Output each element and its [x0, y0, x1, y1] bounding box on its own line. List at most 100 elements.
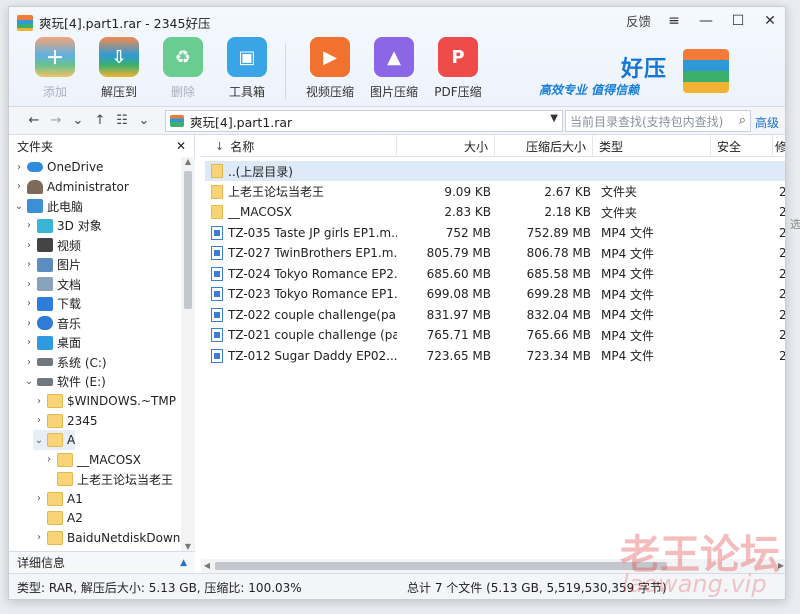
tree-item[interactable]: › Administrator: [13, 177, 129, 197]
video-icon: [37, 238, 53, 252]
expand-arrow-icon[interactable]: ›: [33, 532, 45, 543]
expand-arrow-icon[interactable]: ›: [23, 318, 35, 329]
expand-arrow-icon[interactable]: ›: [33, 493, 45, 504]
tree-item[interactable]: › 桌面: [23, 333, 81, 353]
tree-item[interactable]: › 系统 (C:): [23, 352, 107, 372]
tree-item[interactable]: › A1: [33, 489, 83, 509]
status-bar: 类型: RAR, 解压后大小: 5.13 GB, 压缩比: 100.03% 总计…: [9, 573, 785, 599]
expand-arrow-icon[interactable]: ›: [23, 298, 35, 309]
table-row[interactable]: TZ-035 Taste JP girls EP1.m... 752 MB 752.…: [205, 223, 785, 243]
expand-arrow-icon[interactable]: ›: [43, 454, 55, 465]
tree-item[interactable]: › OneDrive: [13, 157, 103, 177]
expand-icon[interactable]: ▲: [180, 558, 187, 568]
col-name-label: 名称: [230, 139, 255, 154]
tree-item[interactable]: 上老王论坛当老王: [43, 469, 173, 489]
table-row[interactable]: 上老王论坛当老王 9.09 KB 2.67 KB 文件夹 20: [205, 182, 785, 202]
file-type: MP4 文件: [601, 308, 655, 322]
extract-button[interactable]: ⇩ 解压到: [87, 37, 151, 100]
table-row[interactable]: TZ-022 couple challenge(pa... 831.97 MB 83…: [205, 305, 786, 325]
view-mode-icon[interactable]: ☷: [111, 113, 133, 128]
close-panel-icon[interactable]: ✕: [176, 139, 186, 153]
expand-arrow-icon[interactable]: ›: [33, 415, 45, 426]
expand-arrow-icon[interactable]: ›: [23, 259, 35, 270]
scroll-thumb[interactable]: [184, 171, 192, 309]
expand-arrow-icon[interactable]: ›: [23, 337, 35, 348]
file-name-cell: 上老王论坛当老王: [211, 182, 397, 202]
tree-item[interactable]: › 音乐: [23, 313, 81, 333]
tree-item[interactable]: › BaiduNetdiskDownl: [33, 528, 181, 548]
expand-arrow-icon[interactable]: ›: [23, 220, 35, 231]
brand-box-icon: [683, 49, 729, 93]
tree-item[interactable]: ⌄ 此电脑: [13, 196, 83, 216]
table-row[interactable]: __MACOSX 2.83 KB 2.18 KB 文件夹 20: [205, 202, 785, 222]
tree-item[interactable]: › 2345: [33, 411, 98, 431]
tree-scrollbar[interactable]: ▲ ▼: [181, 157, 195, 551]
tree-item[interactable]: › 视频: [23, 235, 81, 255]
scroll-up-icon[interactable]: ▲: [181, 157, 195, 166]
table-row[interactable]: TZ-012 Sugar Daddy EP02.... 723.65 MB 723.…: [205, 346, 785, 366]
list-hscrollbar[interactable]: ◀ ▶: [201, 559, 785, 573]
view-chevron-icon[interactable]: ⌄: [133, 113, 155, 128]
delete-button[interactable]: ♻ 删除: [151, 37, 215, 100]
expand-arrow-icon[interactable]: ›: [23, 357, 35, 368]
tree-item[interactable]: › 文档: [23, 274, 81, 294]
expand-arrow-icon[interactable]: ›: [33, 396, 45, 407]
advanced-search-link[interactable]: 高级: [755, 114, 779, 131]
table-row[interactable]: TZ-023 Tokyo Romance EP1... 699.08 MB 699.…: [205, 284, 785, 304]
tree-item[interactable]: › 图片: [23, 255, 81, 275]
expand-arrow-icon[interactable]: ›: [23, 279, 35, 290]
path-dropdown-icon[interactable]: ▼: [550, 113, 558, 124]
col-name[interactable]: ↓ 名称: [201, 135, 397, 157]
history-chevron-icon[interactable]: ⌄: [67, 113, 89, 128]
toolbox-button[interactable]: ▣ 工具箱: [215, 37, 279, 100]
tree-item[interactable]: › 下载: [23, 294, 81, 314]
file-packed-size: 685.58 MB: [526, 266, 591, 281]
maximize-icon[interactable]: ☐: [729, 12, 747, 30]
dl-icon: [37, 296, 53, 311]
tree-item[interactable]: › __MACOSX: [43, 450, 141, 470]
forward-arrow-icon[interactable]: →: [45, 113, 67, 128]
close-icon[interactable]: ✕: [761, 12, 779, 30]
scroll-left-icon[interactable]: ◀: [201, 559, 213, 573]
video-compress-button[interactable]: ▶ 视频压缩: [298, 37, 362, 100]
search-input[interactable]: 当前目录查找(支持包内查找) ⌕: [565, 110, 751, 132]
scroll-right-icon[interactable]: ▶: [775, 559, 785, 573]
table-row[interactable]: TZ-021 couple challenge (pa... 765.71 MB 7…: [205, 325, 785, 345]
tree-item[interactable]: › 3D 对象: [23, 216, 102, 236]
expand-arrow-icon[interactable]: ›: [13, 162, 25, 173]
tree-item[interactable]: › $WINDOWS.~TMP: [33, 391, 176, 411]
file-date: 20: [779, 307, 786, 322]
col-size[interactable]: 大小: [397, 135, 495, 157]
col-packed[interactable]: 压缩后大小: [495, 135, 593, 157]
detail-panel-header[interactable]: 详细信息 ▲: [9, 551, 195, 573]
expand-arrow-icon[interactable]: ›: [23, 240, 35, 251]
back-arrow-icon[interactable]: ←: [23, 113, 45, 128]
table-row[interactable]: TZ-024 Tokyo Romance EP2... 685.60 MB 685.…: [205, 264, 785, 284]
feedback-link[interactable]: 反馈: [626, 11, 651, 30]
table-row[interactable]: TZ-027 TwinBrothers EP1.m... 805.79 MB 806…: [205, 243, 785, 263]
collapse-arrow-icon[interactable]: ⌄: [33, 435, 45, 446]
col-type[interactable]: 类型: [593, 135, 711, 157]
table-row[interactable]: ..(上层目录): [205, 161, 785, 181]
collapse-arrow-icon[interactable]: ⌄: [13, 201, 25, 212]
up-arrow-icon[interactable]: ↑: [89, 113, 111, 128]
col-modified[interactable]: 修: [773, 135, 785, 157]
collapse-arrow-icon[interactable]: ⌄: [23, 376, 35, 387]
minimize-icon[interactable]: —: [697, 12, 715, 30]
scroll-down-icon[interactable]: ▼: [181, 542, 195, 551]
path-field[interactable]: 爽玩[4].part1.rar ▼: [165, 110, 563, 132]
add-button[interactable]: ＋ 添加: [23, 37, 87, 100]
tree-item[interactable]: ⌄ 软件 (E:): [23, 372, 106, 392]
search-icon[interactable]: ⌕: [739, 113, 746, 128]
image-compress-button[interactable]: ▲ 图片压缩: [362, 37, 426, 100]
pdf-compress-button[interactable]: P PDF压缩: [426, 37, 490, 100]
tree-item[interactable]: ⌄ A: [33, 430, 76, 450]
file-name: TZ-027 TwinBrothers EP1.m...: [228, 246, 397, 260]
hscroll-thumb[interactable]: [215, 562, 667, 570]
hamburger-icon[interactable]: ≡: [665, 12, 683, 30]
address-bar: ← → ⌄ ↑ ☷ ⌄ 爽玩[4].part1.rar ▼ 当前目录查找(支持包…: [9, 107, 785, 135]
col-security[interactable]: 安全: [711, 135, 773, 157]
tree-item[interactable]: A2: [33, 508, 83, 528]
pic-icon: [37, 257, 53, 272]
expand-arrow-icon[interactable]: ›: [13, 181, 25, 192]
